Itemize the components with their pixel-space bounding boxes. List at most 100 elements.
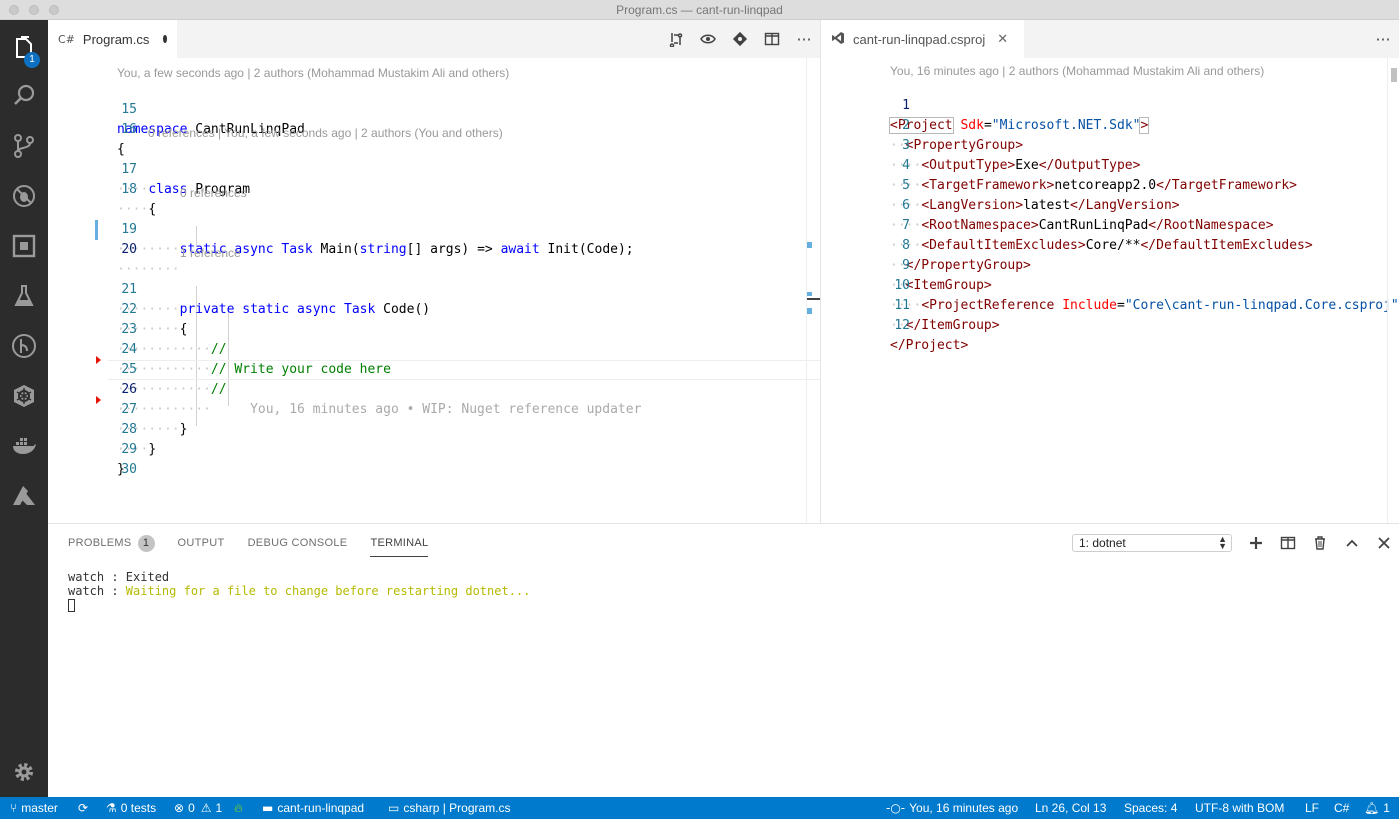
azure-icon[interactable] — [0, 472, 48, 520]
code-line: 8 ··</PropertyGroup> — [890, 238, 1031, 273]
codelens-class[interactable]: 0 references | You, a few seconds ago | … — [148, 122, 503, 142]
codelens-main[interactable]: 0 references — [180, 182, 247, 202]
panel-tabs: PROBLEMS 1 OUTPUT DEBUG CONSOLE TERMINAL — [68, 524, 451, 562]
bell-icon: 🔔︎ — [1364, 801, 1380, 815]
code-line: 7 ····<DefaultItemExcludes>Core/**</Defa… — [890, 218, 1313, 253]
code-line-current: 26 ············ You, 16 minutes ago • WI… — [117, 382, 642, 417]
branch-indicator[interactable]: ⑂ master — [10, 797, 58, 819]
editor-group-right: cant-run-linqpad.csproj ✕ ⋯ You, 16 minu… — [821, 20, 1399, 523]
settings-gear-icon[interactable] — [0, 748, 48, 796]
code-editor-right[interactable]: You, 16 minutes ago | 2 authors (Mohamma… — [821, 58, 1399, 523]
code-line: 30 — [121, 462, 137, 477]
problems-count-badge: 1 — [137, 534, 155, 552]
file-icon: ▭ — [388, 801, 400, 815]
code-editor-left[interactable]: You, a few seconds ago | 2 authors (Moha… — [48, 58, 820, 523]
project-indicator[interactable]: ▭ csharp | Program.cs — [388, 797, 511, 819]
explorer-badge: 1 — [24, 52, 40, 68]
tab-terminal[interactable]: TERMINAL — [370, 524, 429, 562]
folder-icon: ▬ — [262, 801, 274, 815]
code-line: 10 ····<ProjectReference Include="Core\c… — [890, 278, 1399, 313]
terminal-output[interactable]: watch : Exited watch : Waiting for a file… — [68, 570, 530, 612]
status-bar: ⑂ master ⟳ ⚗ 0 tests ⊗ 0 ⚠ 1 🔥︎ ▬ cant-run-li… — [0, 797, 1399, 819]
split-terminal-icon[interactable] — [1272, 524, 1304, 562]
terminal-select[interactable]: 1: dotnet ▲ ▼ — [1072, 534, 1232, 552]
sync-icon[interactable]: ⟳ — [78, 797, 92, 819]
more-actions-icon[interactable]: ⋯ — [788, 20, 820, 58]
terminal-line: watch : Exited — [68, 570, 170, 584]
code-line: 24 ············// Write your code here — [117, 342, 391, 377]
code-line: 2 ··<PropertyGroup> — [890, 118, 1024, 153]
code-line: 17 ····class Program — [117, 162, 251, 197]
overview-ruler-mark — [807, 308, 812, 314]
encoding[interactable]: UTF-8 with BOM — [1195, 797, 1284, 819]
code-line: 16 { — [117, 122, 137, 157]
git-commit-icon[interactable] — [724, 20, 756, 58]
close-tab-icon[interactable]: ✕ — [997, 31, 1008, 47]
test-flask-icon[interactable] — [0, 272, 48, 320]
warning-icon: ⚠ — [200, 801, 212, 815]
codelens-code[interactable]: 1 reference — [180, 242, 241, 262]
code-line: 29 } — [117, 442, 137, 477]
code-line: 20 ········ — [117, 242, 180, 277]
editor-actions-right: ⋯ — [1367, 20, 1399, 58]
end-of-line[interactable]: LF — [1305, 797, 1319, 819]
more-actions-icon[interactable]: ⋯ — [1367, 20, 1399, 58]
maximize-panel-icon[interactable] — [1336, 524, 1368, 562]
csharp-icon: C# — [58, 32, 75, 46]
git-lens-icon[interactable] — [0, 322, 48, 370]
code-line: 4 ····<TargetFramework>netcoreapp2.0</Ta… — [890, 158, 1298, 193]
tab-debug-console[interactable]: DEBUG CONSOLE — [248, 524, 348, 562]
tab-program-cs[interactable]: C# Program.cs — [48, 20, 178, 58]
folder-indicator[interactable]: ▬ cant-run-linqpad — [262, 797, 364, 819]
git-commit-icon: -○- — [886, 801, 906, 815]
codelens-authors[interactable]: You, a few seconds ago | 2 authors (Moha… — [117, 62, 509, 82]
scrollbar-right[interactable] — [1387, 58, 1399, 523]
problems-indicator[interactable]: ⊗ 0 ⚠ 1 — [174, 797, 222, 819]
tab-problems[interactable]: PROBLEMS 1 — [68, 524, 155, 562]
code-line: 22 ········{ — [117, 302, 188, 337]
tab-bar-left: C# Program.cs ⋯ — [48, 20, 820, 58]
indentation[interactable]: Spaces: 4 — [1124, 797, 1177, 819]
tab-csproj[interactable]: cant-run-linqpad.csproj ✕ — [821, 20, 1025, 58]
language-mode[interactable]: C# — [1334, 797, 1349, 819]
code-line: 23 ············// — [117, 322, 227, 357]
code-line: 3 ····<OutputType>Exe</OutputType> — [890, 138, 1141, 173]
docker-icon[interactable] — [0, 422, 48, 470]
open-changes-icon[interactable] — [660, 20, 692, 58]
blame-indicator[interactable]: -○- You, 16 minutes ago — [886, 797, 1018, 819]
overview-ruler-mark — [807, 242, 812, 248]
unsaved-dot-icon[interactable] — [163, 35, 167, 43]
toggle-blame-icon[interactable] — [692, 20, 724, 58]
close-panel-icon[interactable] — [1368, 524, 1399, 562]
code-line: 1 <Project Sdk="Microsoft.NET.Sdk"> — [889, 98, 1150, 134]
split-editor-icon[interactable] — [756, 20, 788, 58]
source-control-icon[interactable] — [0, 122, 48, 170]
debug-icon[interactable] — [0, 172, 48, 220]
vs-project-icon — [831, 31, 845, 48]
editor-group-left: C# Program.cs ⋯ You, a few seconds ago |… — [48, 20, 821, 523]
search-icon[interactable] — [0, 72, 48, 120]
code-line: 9 ··<ItemGroup> — [890, 258, 992, 293]
code-line: 25 ············// — [117, 362, 227, 397]
scrollbar-thumb[interactable] — [1391, 68, 1397, 82]
select-arrows-icon: ▲ ▼ — [1218, 534, 1227, 551]
code-line: 11 ··</ItemGroup> — [890, 298, 1000, 333]
gutter-modified-marker[interactable] — [95, 220, 98, 240]
scrollbar-left[interactable] — [806, 58, 820, 523]
tests-indicator[interactable]: ⚗ 0 tests — [106, 797, 156, 819]
tab-bar-right: cant-run-linqpad.csproj ✕ ⋯ — [821, 20, 1399, 58]
overview-ruler-cursor — [807, 298, 820, 300]
cursor-position[interactable]: Ln 26, Col 13 — [1035, 797, 1106, 819]
code-line: 6 ····<RootNamespace>CantRunLinqPad</Roo… — [890, 198, 1274, 233]
panel-actions — [1240, 524, 1399, 562]
terminal-cursor — [68, 599, 75, 612]
extensions-icon[interactable] — [0, 222, 48, 270]
tab-output[interactable]: OUTPUT — [178, 524, 225, 562]
flame-icon[interactable]: 🔥︎ — [234, 797, 247, 819]
new-terminal-icon[interactable] — [1240, 524, 1272, 562]
tab-label: cant-run-linqpad.csproj — [853, 31, 986, 47]
trash-icon[interactable] — [1304, 524, 1336, 562]
notifications[interactable]: 🔔︎ 1 — [1364, 797, 1390, 819]
explorer-icon[interactable]: 1 — [0, 24, 48, 72]
kubernetes-icon[interactable] — [0, 372, 48, 420]
